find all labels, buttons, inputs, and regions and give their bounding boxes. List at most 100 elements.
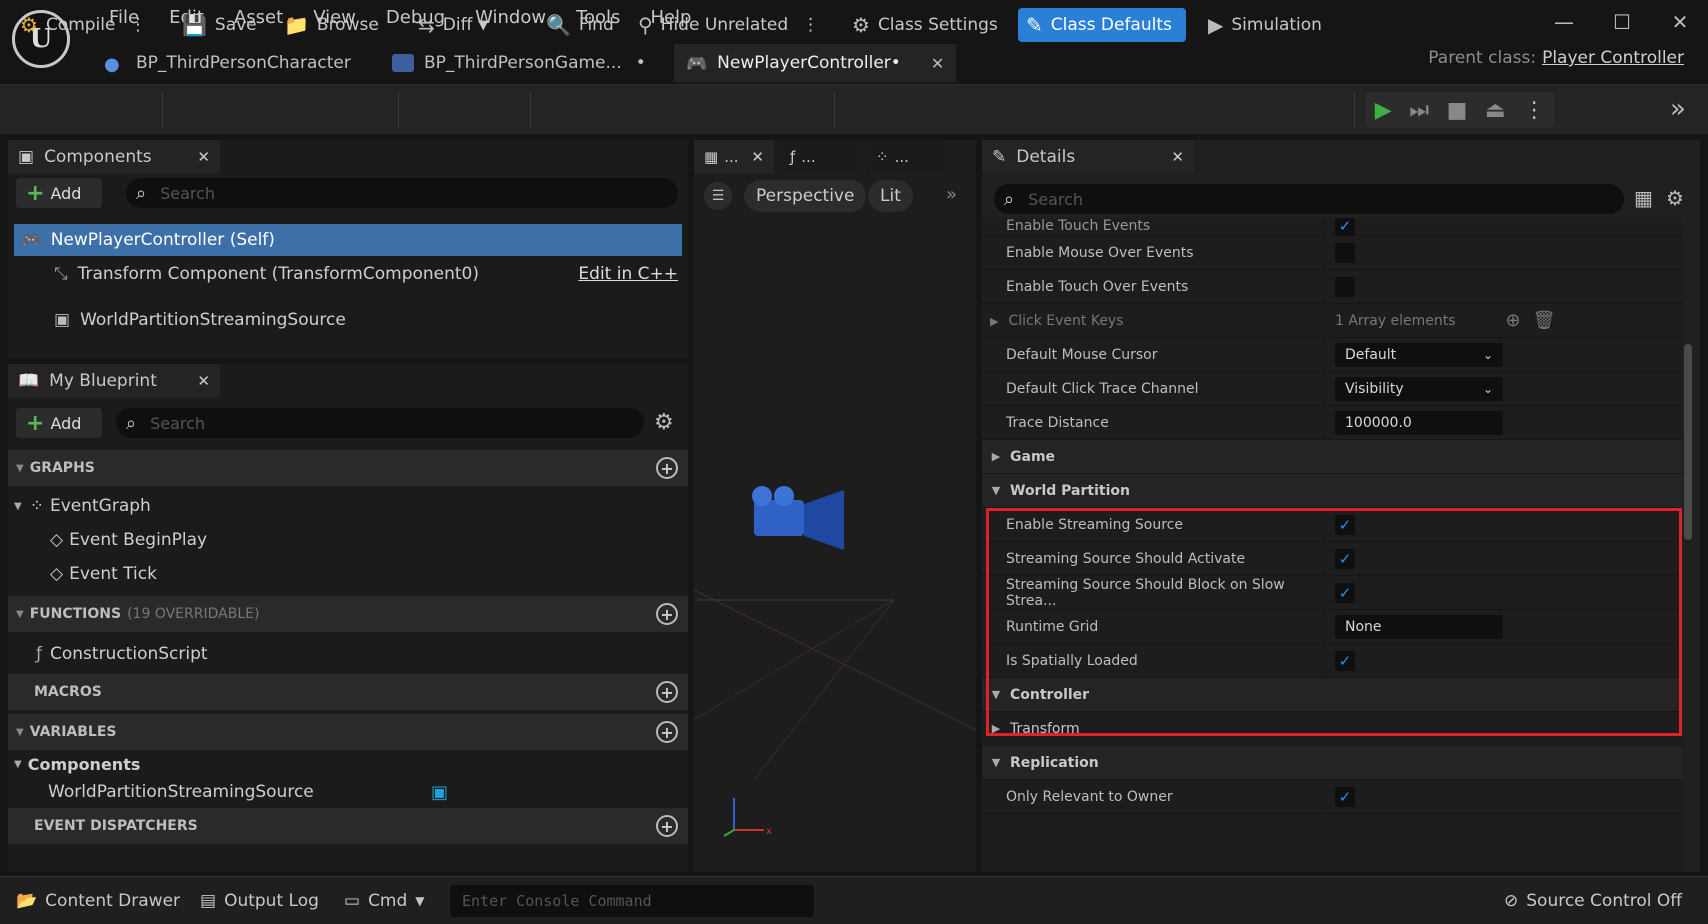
- browse-button[interactable]: 📁 Browse: [276, 8, 387, 42]
- trash-icon[interactable]: 🗑: [1533, 310, 1556, 331]
- expand-icon[interactable]: »: [946, 184, 957, 205]
- console-command-input[interactable]: Enter Console Command: [450, 885, 814, 917]
- close-icon[interactable]: ✕: [197, 372, 210, 390]
- compile-button[interactable]: ⚙ Compile ⋮: [12, 8, 154, 42]
- save-icon: 💾: [182, 13, 207, 37]
- dropdown-value: Default: [1345, 346, 1397, 363]
- save-button[interactable]: 💾 Save: [174, 8, 265, 42]
- simulation-button[interactable]: ▶ Simulation: [1200, 8, 1330, 42]
- event-tick-item[interactable]: ◇ Event Tick: [50, 560, 157, 588]
- detail-row-default-click-trace: Default Click Trace Channel Visibility ⌄: [982, 372, 1682, 406]
- mouse-cursor-dropdown[interactable]: Default ⌄: [1335, 342, 1503, 367]
- close-icon[interactable]: ✕: [1171, 148, 1184, 166]
- close-icon[interactable]: ✕: [197, 148, 210, 166]
- more-icon[interactable]: ⋮: [1523, 98, 1545, 123]
- blueprint-search-input[interactable]: ⌕ Search: [116, 408, 644, 438]
- minimize-button[interactable]: —: [1544, 10, 1584, 34]
- content-drawer-label: Content Drawer: [45, 891, 181, 911]
- gear-icon[interactable]: ⚙: [654, 410, 674, 435]
- gamepad-icon: 🎮: [22, 231, 41, 249]
- category-game[interactable]: ▶ Game: [982, 440, 1682, 474]
- close-window-button[interactable]: ✕: [1660, 10, 1700, 34]
- maximize-button[interactable]: ☐: [1602, 10, 1642, 34]
- category-replication[interactable]: ▼ Replication: [982, 746, 1682, 780]
- my-blueprint-tab[interactable]: 📖 My Blueprint ✕: [8, 364, 220, 398]
- perspective-button[interactable]: Perspective: [744, 180, 867, 212]
- macros-section[interactable]: MACROS +: [8, 674, 688, 710]
- play-icon[interactable]: ▶: [1375, 98, 1392, 123]
- output-log-label: Output Log: [224, 891, 319, 911]
- event-beginplay-item[interactable]: ◇ Event BeginPlay: [50, 526, 207, 554]
- event-dispatchers-section[interactable]: EVENT DISPATCHERS +: [8, 808, 688, 844]
- construction-script-item[interactable]: ƒ ConstructionScript: [36, 640, 208, 668]
- components-tab[interactable]: ▣ Components ✕: [8, 140, 220, 174]
- add-circle-icon[interactable]: +: [656, 721, 678, 743]
- cmd-dropdown[interactable]: ▭ Cmd ▼: [344, 885, 425, 917]
- details-scrollbar[interactable]: [1684, 344, 1692, 540]
- functions-section[interactable]: ▼ FUNCTIONS (19 OVERRIDABLE) +: [8, 596, 688, 632]
- step-icon[interactable]: ⏭: [1409, 98, 1429, 123]
- output-log-button[interactable]: ▤ Output Log: [200, 885, 319, 917]
- stop-icon[interactable]: ■: [1447, 98, 1468, 123]
- parent-class-link[interactable]: Player Controller: [1542, 48, 1684, 68]
- edit-in-cpp-link[interactable]: Edit in C++: [578, 264, 678, 284]
- diff-button[interactable]: ⇆ Diff ▼: [410, 8, 496, 42]
- hamburger-icon[interactable]: ☰: [704, 182, 732, 210]
- search-icon: ⌕: [126, 412, 137, 434]
- cmd-label: Cmd: [368, 891, 408, 911]
- find-button[interactable]: 🔍 Find: [538, 8, 622, 42]
- class-defaults-button[interactable]: ✎ Class Defaults: [1018, 8, 1186, 42]
- viewport-tab[interactable]: ▦... ✕: [694, 140, 774, 174]
- graphs-section[interactable]: ▼ GRAPHS +: [8, 450, 688, 486]
- close-icon[interactable]: ✕: [931, 54, 944, 73]
- checkbox-checked[interactable]: ✓: [1335, 218, 1355, 236]
- more-icon[interactable]: ⋮: [129, 15, 146, 35]
- add-circle-icon[interactable]: +: [656, 603, 678, 625]
- divider: [398, 92, 399, 128]
- component-transform[interactable]: ⤡ Transform Component (TransformComponent…: [54, 258, 678, 290]
- detail-row-click-event-keys[interactable]: ▶ Click Event Keys 1 Array elements ⊕ 🗑: [982, 304, 1682, 338]
- variables-components-group[interactable]: ▼ Components: [14, 752, 140, 776]
- class-settings-button[interactable]: ⚙ Class Settings: [844, 8, 1006, 42]
- dropdown-value: Visibility: [1345, 380, 1404, 397]
- gear-icon[interactable]: ⚙: [1666, 186, 1684, 210]
- add-blueprint-button[interactable]: + Add: [16, 408, 102, 438]
- source-control-button[interactable]: ⊘ Source Control Off: [1504, 885, 1682, 917]
- variable-wpss[interactable]: WorldPartitionStreamingSource ▣: [48, 778, 448, 806]
- diff-label: Diff: [442, 15, 473, 35]
- add-circle-icon[interactable]: +: [656, 681, 678, 703]
- trace-distance-input[interactable]: 100000.0: [1335, 410, 1503, 435]
- category-world-partition[interactable]: ▼ World Partition: [982, 474, 1682, 508]
- lit-button[interactable]: Lit: [868, 180, 913, 212]
- trace-channel-dropdown[interactable]: Visibility ⌄: [1335, 376, 1503, 401]
- tab-newplayercontroller[interactable]: 🎮 NewPlayerController• ✕: [674, 44, 956, 82]
- expand-toolbar-icon[interactable]: »: [1670, 94, 1686, 124]
- construction-tab[interactable]: ƒ...: [780, 140, 860, 174]
- content-drawer-button[interactable]: 📂 Content Drawer: [16, 885, 180, 917]
- details-tab[interactable]: ✎ Details ✕: [982, 140, 1194, 174]
- checkbox-unchecked[interactable]: [1335, 242, 1355, 263]
- add-circle-icon[interactable]: ⊕: [1506, 310, 1521, 331]
- more-icon[interactable]: ⋮: [802, 15, 819, 35]
- add-circle-icon[interactable]: +: [656, 457, 678, 479]
- close-icon[interactable]: ✕: [751, 148, 764, 166]
- tab-bp-thirdpersoncharacter[interactable]: ● BP_ThirdPersonCharacter: [92, 44, 372, 82]
- table-view-icon[interactable]: ▦: [1634, 186, 1653, 210]
- variables-section[interactable]: ▼ VARIABLES +: [8, 714, 688, 750]
- component-wpss[interactable]: ▣ WorldPartitionStreamingSource: [54, 304, 454, 336]
- add-circle-icon[interactable]: +: [656, 815, 678, 837]
- compile-label: Compile: [45, 15, 116, 35]
- tab-label: BP_ThirdPersonCharacter: [136, 53, 351, 73]
- tab-bp-thirdpersongame[interactable]: BP_ThirdPersonGame... •: [380, 44, 670, 82]
- eject-icon[interactable]: ⏏: [1485, 98, 1506, 123]
- details-search-input[interactable]: ⌕ Search: [994, 184, 1624, 214]
- event-graph-item[interactable]: ▼ ⁘ EventGraph: [14, 492, 151, 520]
- add-component-button[interactable]: + Add: [16, 178, 102, 208]
- hide-unrelated-button[interactable]: ⚲ Hide Unrelated ⋮: [630, 8, 827, 42]
- components-search-input[interactable]: ⌕ Search: [126, 178, 678, 208]
- component-self[interactable]: 🎮 NewPlayerController (Self): [14, 224, 682, 256]
- checkbox-checked[interactable]: ✓: [1335, 786, 1355, 807]
- checkbox-unchecked[interactable]: [1335, 276, 1355, 297]
- eventgraph-tab[interactable]: ⁘...: [866, 140, 946, 174]
- event-icon: ◇: [50, 564, 64, 584]
